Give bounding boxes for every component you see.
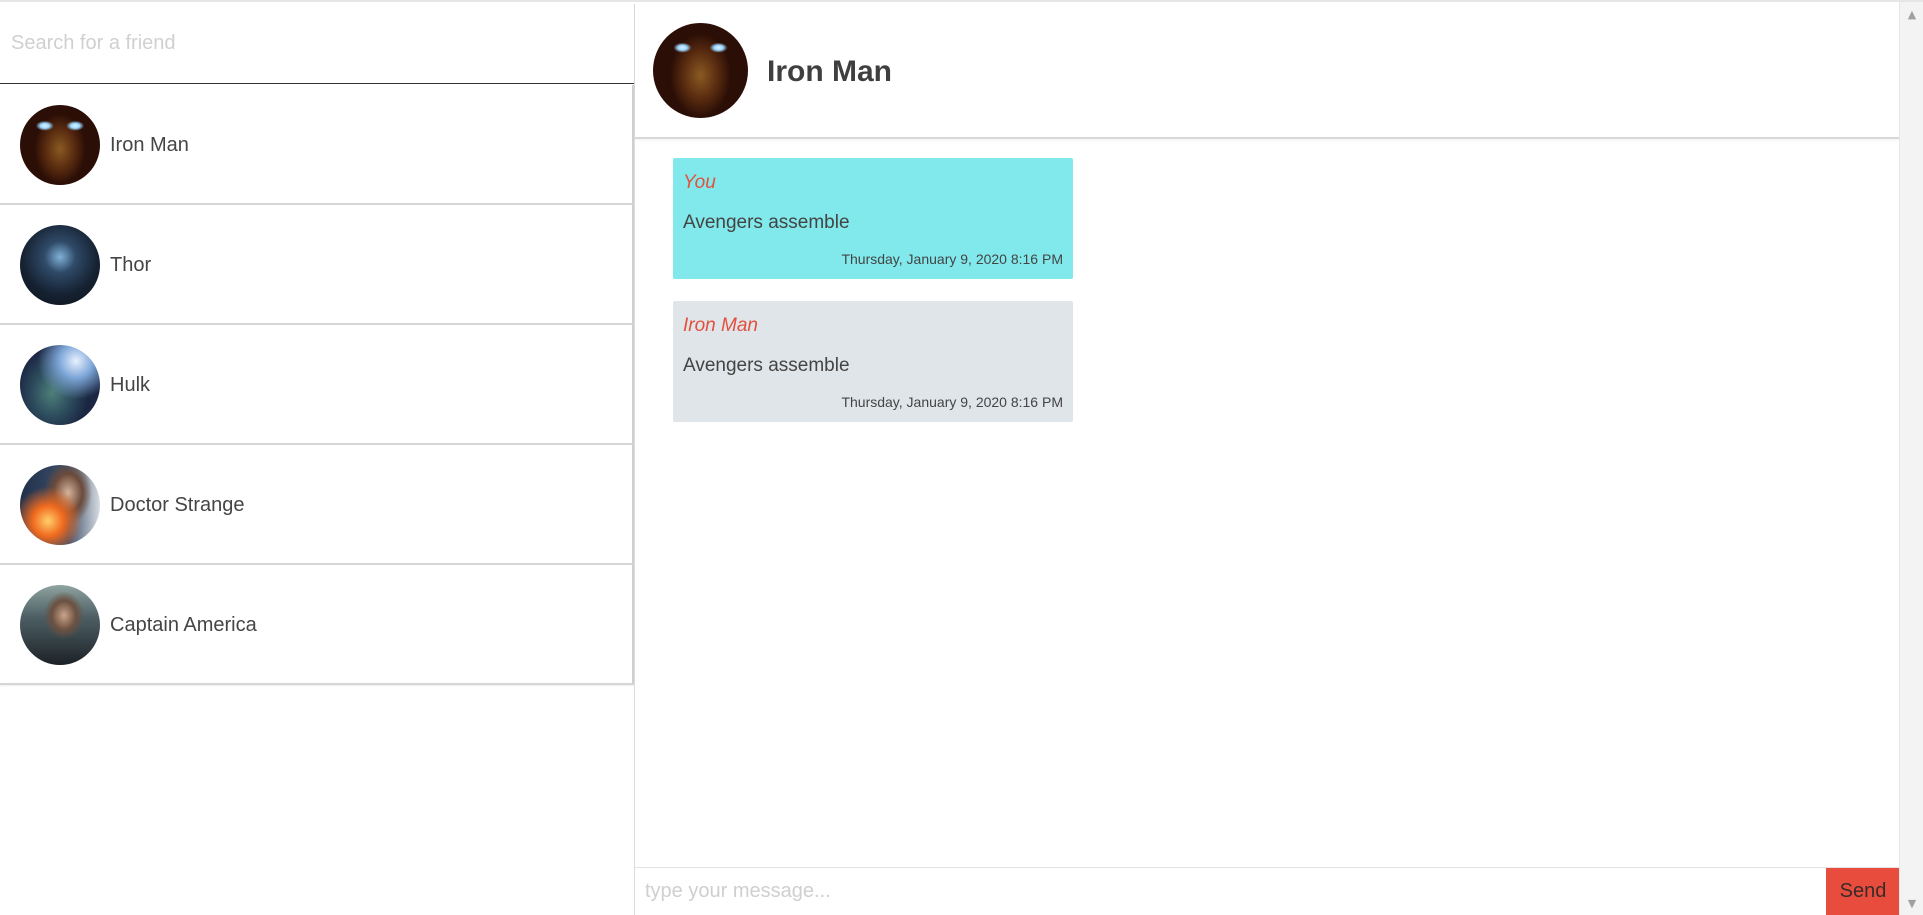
search-input[interactable] — [0, 4, 634, 83]
page-scrollbar[interactable]: ▲ ▼ — [1899, 2, 1923, 915]
doctor-strange-avatar — [20, 465, 100, 545]
message-bubble: Iron Man Avengers assemble Thursday, Jan… — [673, 301, 1073, 422]
iron-man-avatar — [20, 105, 100, 185]
message-timestamp: Thursday, January 9, 2020 8:16 PM — [841, 251, 1063, 267]
message-composer: Send — [635, 867, 1900, 915]
iron-man-avatar — [653, 23, 748, 118]
scroll-down-icon[interactable]: ▼ — [1900, 893, 1923, 913]
friend-name: Thor — [110, 253, 152, 276]
friend-name: Doctor Strange — [110, 493, 245, 516]
friend-list: Iron Man Thor Hulk Doctor Strange Captai… — [0, 85, 634, 685]
message-timestamp: Thursday, January 9, 2020 8:16 PM — [841, 394, 1063, 410]
friend-item-thor[interactable]: Thor — [0, 205, 634, 325]
friend-name: Captain America — [110, 613, 257, 636]
friend-name: Hulk — [110, 373, 151, 396]
chat-title: Iron Man — [767, 54, 892, 88]
friends-sidebar: Iron Man Thor Hulk Doctor Strange Captai… — [0, 4, 634, 915]
scroll-up-icon[interactable]: ▲ — [1900, 4, 1923, 24]
message-input[interactable] — [635, 868, 1826, 915]
send-button[interactable]: Send — [1826, 868, 1900, 915]
friend-item-hulk[interactable]: Hulk — [0, 325, 634, 445]
message-text: Avengers assemble — [683, 355, 850, 376]
search-bar — [0, 4, 634, 84]
message-text: Avengers assemble — [683, 212, 850, 233]
message-bubble: You Avengers assemble Thursday, January … — [673, 158, 1073, 279]
captain-america-avatar — [20, 585, 100, 665]
hulk-avatar — [20, 345, 100, 425]
message-sender: You — [683, 172, 716, 193]
message-sender: Iron Man — [683, 315, 758, 336]
friend-item-iron-man[interactable]: Iron Man — [0, 85, 634, 205]
friend-item-doctor-strange[interactable]: Doctor Strange — [0, 445, 634, 565]
chat-app: Iron Man Thor Hulk Doctor Strange Captai… — [0, 0, 1923, 915]
chat-panel: Iron Man You Avengers assemble Thursday,… — [634, 4, 1900, 915]
friend-name: Iron Man — [110, 133, 189, 156]
thor-avatar — [20, 225, 100, 305]
friend-item-captain-america[interactable]: Captain America — [0, 565, 634, 685]
chat-header: Iron Man — [635, 4, 1900, 139]
